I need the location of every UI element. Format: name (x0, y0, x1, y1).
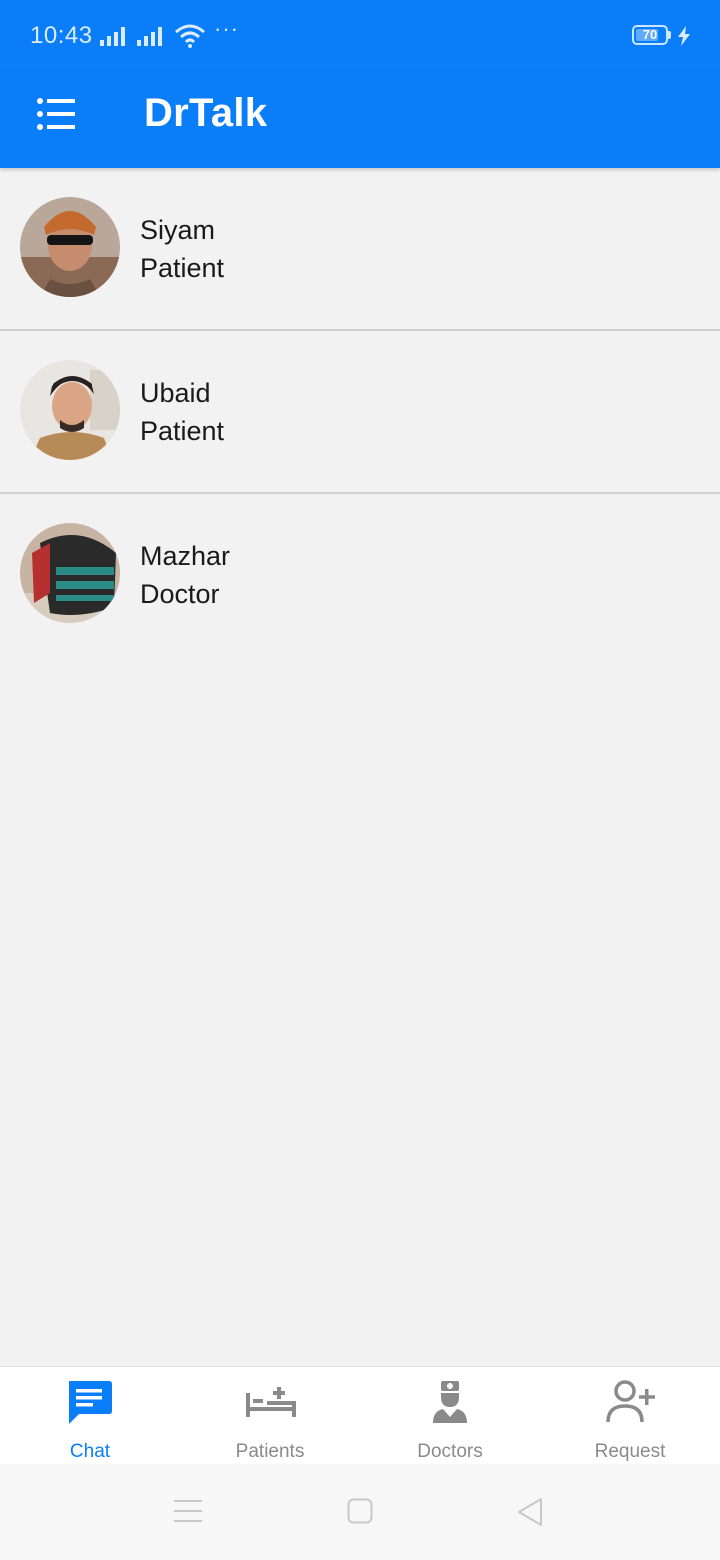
contact-name: Mazhar (140, 541, 231, 571)
avatar (20, 360, 120, 460)
doctor-icon (425, 1379, 475, 1425)
menu-list-icon[interactable] (36, 96, 76, 132)
chat-icon (65, 1379, 115, 1425)
nav-label-doctors: Doctors (417, 1441, 483, 1462)
contact-name: Ubaid (140, 378, 211, 408)
contact-item[interactable]: Ubaid Patient (0, 331, 720, 494)
bottom-navigation: Chat Patients Doctors Request (0, 1366, 720, 1464)
nav-tab-request[interactable]: Request (540, 1367, 720, 1465)
contact-item[interactable]: Siyam Patient (0, 168, 720, 331)
nav-tab-patients[interactable]: Patients (180, 1367, 360, 1465)
charging-icon (677, 26, 691, 51)
nav-label-request: Request (594, 1441, 666, 1462)
avatar (20, 197, 120, 297)
status-time: 10:43 (30, 22, 93, 49)
battery-level: 70 (642, 27, 658, 42)
nav-tab-chat[interactable]: Chat (0, 1367, 180, 1465)
contact-role: Patient (140, 416, 225, 446)
contact-item[interactable]: Mazhar Doctor (0, 494, 720, 655)
system-navigation-bar (0, 1464, 720, 1560)
contact-role: Doctor (140, 579, 220, 609)
back-icon[interactable] (516, 1497, 544, 1532)
signal-strength-icon (137, 26, 167, 46)
avatar (20, 523, 120, 623)
signal-strength-icon (100, 26, 130, 46)
recent-apps-icon[interactable] (174, 1500, 202, 1529)
nav-label-chat: Chat (69, 1441, 111, 1462)
wifi-icon (174, 24, 206, 53)
status-bar: 10:43 ··· 70 (0, 0, 720, 72)
add-person-icon (605, 1379, 655, 1425)
overflow-dots-icon: ··· (214, 16, 239, 41)
battery-tip (668, 31, 671, 39)
contact-name: Siyam (140, 215, 216, 245)
battery-icon: 70 (632, 25, 668, 45)
nav-tab-doctors[interactable]: Doctors (360, 1367, 540, 1465)
home-icon[interactable] (347, 1498, 373, 1529)
hospital-bed-icon (245, 1379, 296, 1425)
contact-list: Siyam Patient Ubaid Patient Mazhar Docto… (0, 168, 720, 655)
app-title: DrTalk (144, 91, 268, 135)
nav-label-patients: Patients (235, 1441, 305, 1462)
contact-role: Patient (140, 253, 225, 283)
app-bar: DrTalk (0, 72, 720, 168)
